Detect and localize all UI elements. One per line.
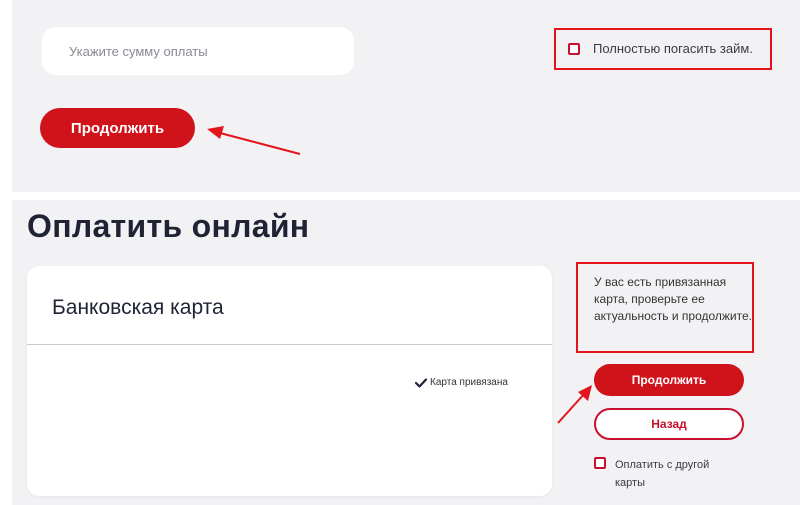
back-button[interactable]: Назад <box>594 408 744 440</box>
card-status-label: Карта привязана <box>430 377 508 388</box>
card-status: Карта привязана <box>415 377 508 388</box>
card-divider <box>27 344 552 345</box>
continue-button-top[interactable]: Продолжить <box>40 108 195 148</box>
payment-amount-input[interactable] <box>42 27 354 75</box>
page-title: Оплатить онлайн <box>27 208 310 244</box>
checkmark-icon <box>415 377 427 388</box>
full-repay-label: Полностью погасить займ. <box>593 41 753 56</box>
other-card-checkbox[interactable] <box>594 457 606 469</box>
other-card-label: Оплатить с другой карты <box>615 459 710 489</box>
continue-button-bottom[interactable]: Продолжить <box>594 364 744 396</box>
full-repay-checkbox[interactable] <box>568 43 580 55</box>
linked-card-note: У вас есть привязанная карта, проверьте … <box>594 275 752 323</box>
bank-card-panel: Банковская карта Карта привязана <box>27 266 552 496</box>
card-title: Банковская карта <box>52 296 224 319</box>
